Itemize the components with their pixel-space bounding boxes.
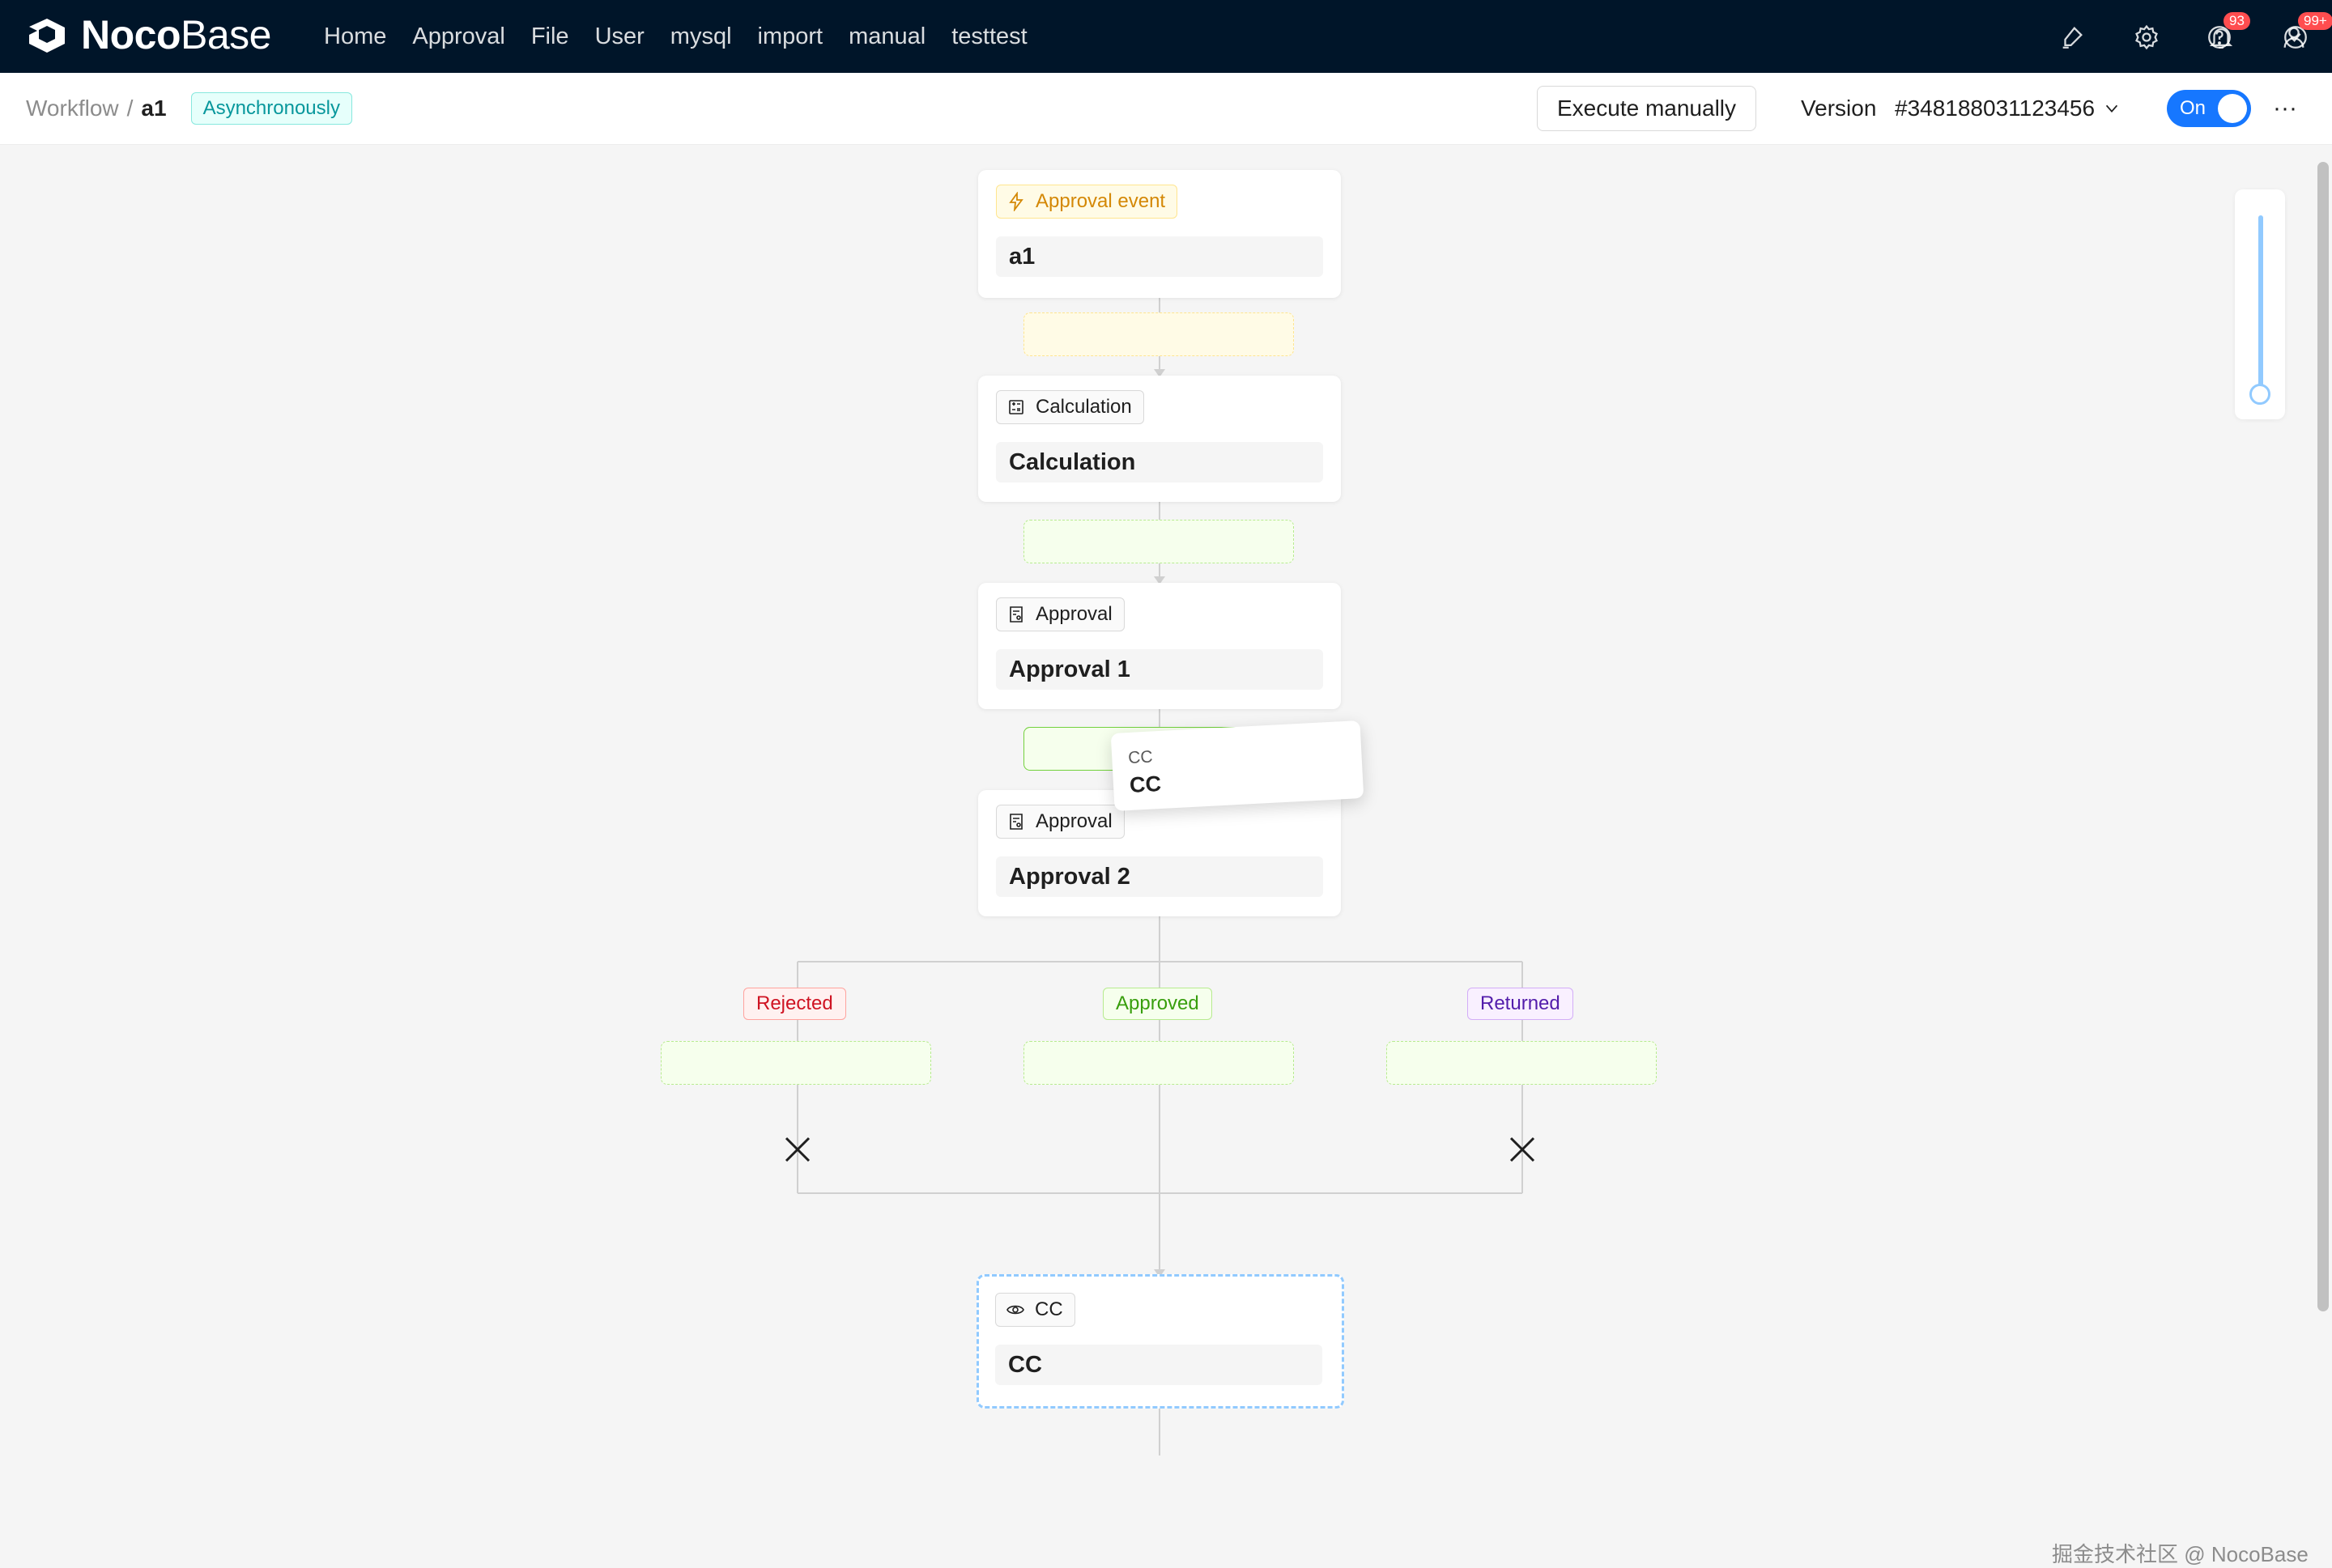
trigger-node-card[interactable]: Approval event a1: [978, 170, 1341, 298]
breadcrumb-workflow-link[interactable]: Workflow: [26, 96, 119, 121]
calculation-node-card[interactable]: Calculation Calculation: [978, 376, 1341, 502]
approval-2-node-card[interactable]: Approval Approval 2: [978, 790, 1341, 916]
branch-approved-tag: Approved: [1103, 988, 1212, 1020]
watermark-text: 掘金技术社区 @ NocoBase: [2052, 1542, 2309, 1566]
highlighter-icon[interactable]: [2055, 20, 2089, 54]
version-select[interactable]: #348188031123456: [1895, 73, 2121, 144]
node-type-label: Approval: [1036, 810, 1113, 832]
node-title[interactable]: Calculation: [996, 442, 1323, 482]
node-title[interactable]: CC: [995, 1345, 1322, 1385]
help-icon[interactable]: [2202, 20, 2236, 54]
execute-manually-button[interactable]: Execute manually: [1537, 86, 1757, 131]
add-node-dropzone[interactable]: [1023, 312, 1294, 356]
gear-icon[interactable]: [2130, 20, 2164, 54]
add-node-dropzone-approved[interactable]: [1023, 1041, 1294, 1085]
main-nav: Home Approval File User mysql import man…: [324, 0, 1053, 73]
zoom-track[interactable]: [2258, 215, 2263, 390]
user-icon[interactable]: [2277, 20, 2311, 54]
add-node-dropzone-rejected[interactable]: [661, 1041, 931, 1085]
breadcrumb-separator: /: [126, 96, 134, 121]
version-value: #348188031123456: [1895, 96, 2096, 121]
node-type-tag: Calculation: [996, 390, 1144, 424]
vertical-scrollbar[interactable]: [2317, 162, 2329, 1311]
trigger-type-label: Approval event: [1036, 190, 1166, 212]
node-title[interactable]: Approval 1: [996, 649, 1323, 690]
breadcrumb: Workflow / a1 Asynchronously: [26, 73, 352, 144]
trigger-type-tag: Approval event: [996, 185, 1178, 219]
add-node-dropzone[interactable]: [1023, 520, 1294, 563]
node-type-label: Approval: [1036, 603, 1113, 625]
toggle-label: On: [2180, 97, 2206, 119]
nav-approval[interactable]: Approval: [412, 23, 504, 50]
calculator-icon: [1009, 400, 1023, 414]
node-type-tag: CC: [995, 1293, 1075, 1327]
nav-manual[interactable]: manual: [849, 23, 926, 50]
branch-end-close-icon: [1506, 1133, 1538, 1166]
breadcrumb-current: a1: [141, 96, 167, 121]
zoom-handle[interactable]: [2249, 384, 2270, 405]
node-type-label: Calculation: [1036, 396, 1132, 418]
logo-wordmark: NocoBase: [81, 12, 271, 57]
branch-returned-tag: Returned: [1467, 988, 1573, 1020]
node-type-tag: Approval: [996, 597, 1125, 631]
cube-logo-icon: [29, 19, 65, 53]
branch-end-close-icon: [781, 1133, 814, 1166]
approval-doc-icon: [1010, 814, 1023, 830]
nav-import[interactable]: import: [758, 23, 823, 50]
more-menu-icon[interactable]: ···: [2267, 91, 2303, 126]
nav-user[interactable]: User: [595, 23, 645, 50]
node-type-label: CC: [1035, 1298, 1063, 1320]
nav-mysql[interactable]: mysql: [670, 23, 732, 50]
workflow-enabled-toggle[interactable]: On: [2167, 90, 2251, 127]
dragging-cc-node-ghost[interactable]: CC CC: [1110, 720, 1364, 811]
zoom-slider: [2235, 189, 2285, 419]
node-title[interactable]: Approval 2: [996, 856, 1323, 897]
trigger-title[interactable]: a1: [996, 236, 1323, 277]
branch-rejected-tag: Rejected: [743, 988, 846, 1020]
nav-testtest[interactable]: testtest: [951, 23, 1028, 50]
approval-1-node-card[interactable]: Approval Approval 1: [978, 583, 1341, 709]
workflow-canvas: Approval event a1 Calculation Calculatio…: [0, 144, 2332, 1566]
execution-mode-tag: Asynchronously: [190, 92, 352, 125]
lightning-icon: [1009, 192, 1023, 211]
add-node-dropzone-returned[interactable]: [1386, 1041, 1657, 1085]
top-navigation-bar: NocoBase Home Approval File User mysql i…: [0, 0, 2332, 73]
version-label: Version: [1801, 96, 1877, 121]
cc-node-card[interactable]: CC CC: [977, 1274, 1344, 1409]
nocobase-logo[interactable]: NocoBase: [24, 15, 271, 55]
ghost-type-label: CC: [1127, 747, 1154, 768]
eye-icon: [1006, 1305, 1024, 1315]
nav-file[interactable]: File: [531, 23, 569, 50]
chevron-down-icon: [2105, 104, 2118, 113]
ghost-title: CC: [1129, 771, 1162, 797]
node-type-tag: Approval: [996, 805, 1125, 839]
workflow-subheader: Workflow / a1 Asynchronously Execute man…: [0, 73, 2332, 145]
approval-doc-icon: [1010, 606, 1023, 623]
nav-home[interactable]: Home: [324, 23, 386, 50]
toggle-knob: [2218, 94, 2247, 123]
